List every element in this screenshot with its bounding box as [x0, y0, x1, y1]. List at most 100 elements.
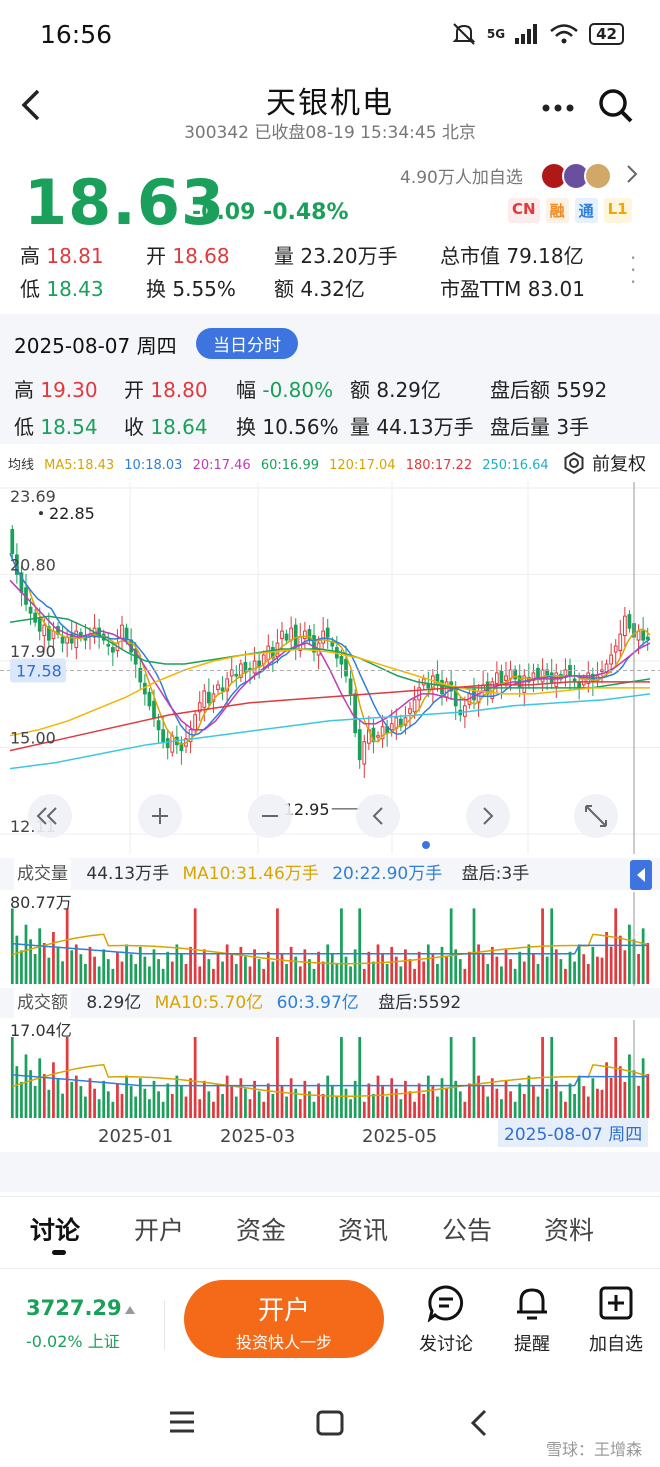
followers-count[interactable]: 4.90万人加自选: [400, 163, 523, 188]
volume-current: 44.13万手: [86, 864, 170, 884]
zoom-out-control[interactable]: [248, 794, 292, 838]
amount-bar: [15, 1066, 19, 1118]
comment-icon: [427, 1285, 464, 1322]
index-change[interactable]: -0.02% 上证: [26, 1328, 120, 1352]
amount-bar: [180, 1086, 183, 1118]
badge-margin[interactable]: 融: [545, 198, 569, 223]
adjust-toggle[interactable]: 前复权: [562, 450, 646, 476]
cursor-date-label: 2025-08-07 周四: [498, 1118, 649, 1147]
volume-bar: [472, 908, 476, 984]
volume-bar: [614, 908, 618, 984]
amount-ma60: 60:3.97亿: [276, 993, 359, 1013]
stat-amount: 额 4.32亿: [274, 277, 365, 301]
volume-bar: [477, 944, 480, 984]
amount-bar: [285, 1096, 288, 1118]
candle: [344, 659, 348, 677]
prev-control[interactable]: [356, 794, 400, 838]
volume-label[interactable]: 成交量: [14, 858, 71, 890]
zoom-in-control[interactable]: [138, 794, 182, 838]
tab-open-account[interactable]: 开户: [134, 1211, 184, 1247]
amount-bar: [42, 1074, 46, 1118]
amount-bar: [111, 1101, 115, 1118]
tab-news[interactable]: 资讯: [338, 1211, 388, 1247]
amount-bar: [207, 1091, 211, 1118]
stat-high: 高 18.81: [20, 244, 104, 268]
volume-bar: [596, 956, 599, 984]
volume-bar: [344, 956, 348, 984]
volume-bar: [513, 968, 517, 984]
menu-button[interactable]: [168, 1410, 196, 1438]
amount-after: 盘后:5592: [378, 993, 462, 1013]
system-back-button[interactable]: [470, 1408, 488, 1442]
volume-bar: [436, 963, 439, 984]
volume-bar: [532, 954, 535, 984]
content-tabs: 讨论 开户 资金 资讯 公告 资料: [0, 1196, 660, 1258]
search-button[interactable]: [598, 88, 634, 124]
volume-bar: [509, 959, 512, 984]
candle: [462, 705, 467, 717]
day-after-volume: 盘后量 3手: [490, 415, 590, 439]
amount-bar: [628, 1054, 631, 1118]
index-value[interactable]: 3727.29: [26, 1296, 122, 1320]
volume-bar: [362, 968, 366, 984]
amount-bar: [641, 1058, 645, 1118]
control-bg: [28, 794, 72, 838]
avatar: [584, 162, 612, 190]
amount-chart[interactable]: 17.04亿: [0, 1020, 660, 1120]
remind-button[interactable]: 提醒: [492, 1284, 572, 1356]
more-button[interactable]: [542, 86, 574, 121]
volume-bar: [74, 944, 78, 984]
ma-label: 均线: [8, 458, 35, 473]
volume-chart[interactable]: 80.77万: [0, 892, 660, 986]
ma10-line: [9, 553, 651, 736]
candle: [641, 630, 646, 641]
badge-connect[interactable]: 通: [574, 198, 598, 223]
tab-profile[interactable]: 资料: [544, 1211, 594, 1247]
intraday-button[interactable]: 当日分时: [196, 328, 298, 359]
collapse-arrow[interactable]: [630, 860, 652, 890]
vertical-more-icon[interactable]: · · ·: [630, 248, 636, 292]
candle: [554, 672, 559, 687]
amount-bar: [367, 1083, 371, 1118]
home-button[interactable]: [316, 1410, 344, 1440]
tab-discuss[interactable]: 讨论: [30, 1211, 80, 1247]
kline-chart[interactable]: 23.6920.8017.9015.0012.1117.5822.8512.95: [0, 482, 660, 854]
volume-bar: [527, 944, 531, 984]
rewind-control[interactable]: [28, 794, 72, 838]
amount-bar: [61, 1093, 64, 1118]
volume-bar: [335, 963, 339, 984]
badge-cn[interactable]: CN: [508, 198, 540, 223]
discuss-button[interactable]: 发讨论: [406, 1284, 486, 1356]
amount-bar: [353, 1080, 357, 1118]
tab-funds[interactable]: 资金: [236, 1211, 286, 1247]
tab-announcements[interactable]: 公告: [442, 1211, 492, 1247]
candle: [609, 654, 614, 665]
volume-bar: [65, 908, 69, 984]
amount-bar: [280, 1086, 284, 1118]
candle: [28, 606, 33, 614]
amount-bar: [134, 1096, 138, 1118]
volume-ma20: 20:22.90万手: [332, 864, 443, 884]
fullscreen-control[interactable]: [574, 794, 618, 838]
volume-bar: [20, 950, 23, 984]
amount-bar: [330, 1086, 334, 1118]
follower-avatars[interactable]: [540, 162, 612, 190]
candle: [389, 723, 394, 731]
volume-bar: [262, 968, 266, 984]
day-date: 2025-08-07 周四: [14, 334, 177, 358]
amount-bar: [527, 1075, 531, 1118]
volume-bar: [285, 963, 288, 984]
amount-bar: [298, 1099, 302, 1118]
candle: [220, 687, 225, 692]
chevron-right-icon[interactable]: [626, 164, 638, 189]
amount-bar: [559, 1091, 563, 1118]
volume-bar: [184, 963, 188, 984]
amount-label[interactable]: 成交额: [14, 988, 71, 1018]
badge-level1[interactable]: L1: [603, 198, 632, 223]
volume-bar: [449, 908, 453, 984]
next-control[interactable]: [466, 794, 510, 838]
add-watchlist-button[interactable]: 加自选: [576, 1284, 656, 1356]
section-gap: [0, 1152, 660, 1192]
amount-bar: [143, 1088, 147, 1118]
open-account-button[interactable]: 开户 投资快人一步: [184, 1280, 384, 1358]
